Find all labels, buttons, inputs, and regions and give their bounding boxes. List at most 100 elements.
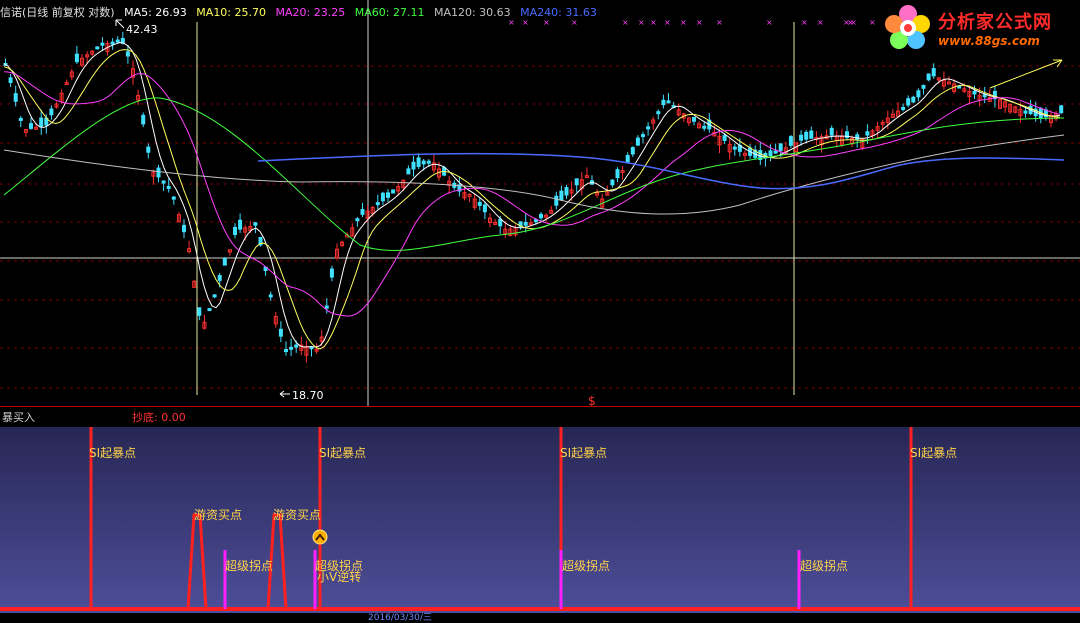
ma5-value: MA5: 26.93 <box>124 6 187 19</box>
candle-body <box>564 187 569 196</box>
candle-body <box>171 196 176 200</box>
candle-body <box>411 161 416 170</box>
candle-body <box>656 111 661 115</box>
ma20-value: MA20: 23.25 <box>275 6 346 19</box>
x-mark-icon: × <box>622 18 629 27</box>
logo-url: www.88gs.com <box>938 34 1040 48</box>
candle-body <box>197 307 202 316</box>
ma240-value: MA240: 31.63 <box>520 6 597 19</box>
candle-body <box>972 90 977 95</box>
candle-body <box>74 53 79 63</box>
logo-title: 分析家公式网 <box>938 12 1052 33</box>
candle-body <box>238 219 243 230</box>
flower-logo-icon <box>885 5 930 49</box>
si-label-1: SI起暴点 <box>89 446 137 460</box>
candle-body <box>13 93 18 102</box>
x-mark-icon: × <box>850 18 857 27</box>
candle-body <box>778 143 783 151</box>
candle-body <box>166 185 171 189</box>
candle-body <box>294 344 299 348</box>
candle-body <box>788 136 793 146</box>
candle-body <box>641 134 645 138</box>
candle-body <box>646 126 651 130</box>
candle-body <box>615 169 620 179</box>
indicator-header: 暴买入 抄底: 0.00 <box>0 407 1080 427</box>
si-label-4: SI起暴点 <box>910 446 958 460</box>
candlestick-chart[interactable]: × × × × × × × × × × × × × × ××× × <box>0 0 1080 406</box>
candle-body <box>278 328 283 337</box>
arrow-icon <box>115 19 125 29</box>
candle-body <box>630 147 635 155</box>
candle-body <box>125 51 130 57</box>
candle-body <box>804 131 809 140</box>
candle-body <box>233 226 237 236</box>
candle-body <box>625 155 630 164</box>
candle-body <box>482 204 487 213</box>
candle-body <box>207 308 212 312</box>
candle-body <box>1023 110 1028 114</box>
candle-body <box>539 213 543 219</box>
candle-body <box>635 137 640 146</box>
site-logo: 分析家公式网 www.88gs.com <box>880 0 1080 58</box>
ma-legend: 信诺(日线 前复权 对数) MA5: 26.93 MA10: 25.70 MA2… <box>0 4 603 20</box>
candle-body <box>8 77 13 83</box>
axis-date: 2016/03/30/三 <box>368 613 432 623</box>
candle-body <box>253 222 258 226</box>
chart-title: 信诺(日线 前复权 对数) <box>0 6 115 19</box>
candle-body <box>732 146 737 150</box>
candle-body <box>18 117 23 121</box>
candle-body <box>100 42 105 46</box>
candle-body <box>222 258 227 266</box>
ma60-value: MA60: 27.11 <box>354 6 425 19</box>
candle-body <box>523 221 528 226</box>
candle-body <box>217 275 222 281</box>
chaoji-label-4: 超级拐点 <box>800 559 849 573</box>
chaodi-value: 抄底: 0.00 <box>132 411 186 424</box>
x-mark-icon: × <box>650 18 657 27</box>
candle-body <box>426 160 431 164</box>
candle-body <box>375 202 380 206</box>
candle-body <box>29 123 33 129</box>
x-mark-icon: × <box>716 18 723 27</box>
ma10-line <box>3 49 1061 350</box>
si-label-3: SI起暴点 <box>560 446 608 460</box>
candles <box>3 31 1064 363</box>
candle-body <box>212 294 217 298</box>
candle-body <box>115 39 120 43</box>
low-price-mark: 18.70 <box>292 389 324 402</box>
candle-body <box>901 106 906 110</box>
candle-body <box>49 108 54 116</box>
chaoji-label-1: 超级拐点 <box>225 559 274 573</box>
candle-body <box>911 96 916 103</box>
youzi-label-2: 游资买点 <box>273 508 322 522</box>
candle-body <box>391 189 396 194</box>
candle-body <box>768 150 773 157</box>
candle-body <box>666 100 671 104</box>
candle-body <box>289 346 294 350</box>
candle-body <box>610 179 615 186</box>
candle-body <box>498 218 503 227</box>
arrow-icon <box>279 390 290 398</box>
chaoji-label-3: 超级拐点 <box>562 559 611 573</box>
x-mark-icon: × <box>696 18 703 27</box>
candle-body <box>182 224 186 233</box>
x-mark-icon: × <box>869 18 876 27</box>
x-mark-icon: × <box>664 18 671 27</box>
x-mark-icon: × <box>766 18 773 27</box>
candle-body <box>95 46 100 50</box>
ma60-line <box>3 97 1065 251</box>
x-mark-icon: × <box>817 18 824 27</box>
candle-body <box>926 73 931 81</box>
ma120-value: MA120: 30.63 <box>433 6 511 19</box>
indicator-title: 暴买入 <box>2 411 35 424</box>
candle-body <box>574 178 579 186</box>
candle-body <box>141 114 146 125</box>
trend-line <box>989 59 1063 89</box>
high-price-mark: 42.43 <box>126 23 158 36</box>
candle-body <box>360 209 365 215</box>
candle-body <box>799 134 804 141</box>
candle-body <box>355 218 360 222</box>
candle-body <box>921 84 926 89</box>
candle-body <box>722 135 727 141</box>
ma240-line <box>257 152 1065 190</box>
